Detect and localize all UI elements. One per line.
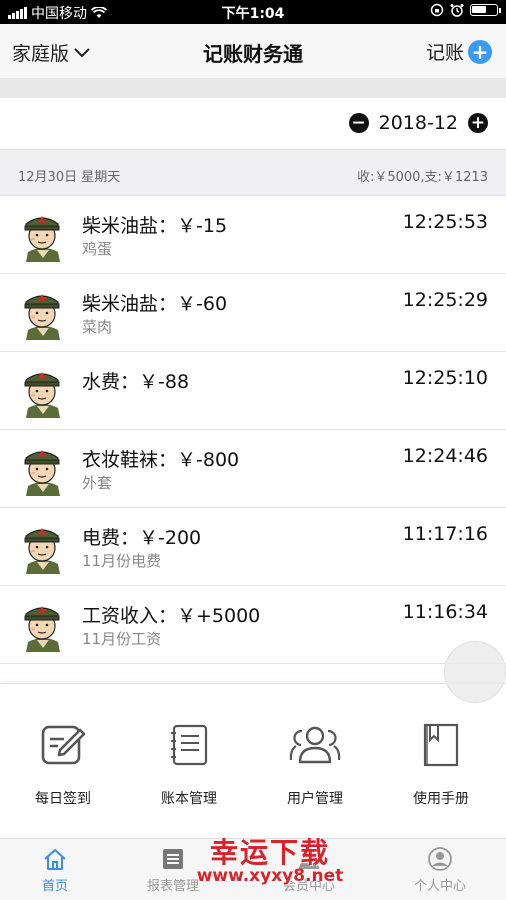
user-management-button[interactable]: 用户管理 xyxy=(252,722,378,808)
ledger-management-button[interactable]: 账本管理 xyxy=(126,722,252,808)
daily-checkin-button[interactable]: 每日签到 xyxy=(0,722,126,808)
tab-member[interactable]: 会员中心 xyxy=(246,847,372,894)
record-note: 11月份电费 xyxy=(82,552,162,570)
tab-profile-label: 个人中心 xyxy=(413,879,466,894)
tab-home[interactable]: 首页 xyxy=(0,847,118,894)
status-right xyxy=(430,3,501,17)
record-time: 12:24:46 xyxy=(402,445,488,467)
chevron-down-icon xyxy=(74,47,90,57)
user-manual-label: 使用手册 xyxy=(413,791,469,807)
record-note: 11月份工资 xyxy=(82,630,162,648)
tab-member-label: 会员中心 xyxy=(282,879,335,894)
record-list: 柴米油盐：￥-15 鸡蛋 12:25:53 柴米油盐：￥-60 菜肉 12:25… xyxy=(0,196,506,664)
previous-month-icon[interactable]: − xyxy=(348,113,369,133)
divider-strip xyxy=(0,78,506,98)
record-row[interactable]: 水费：￥-88 12:25:10 xyxy=(0,352,506,430)
record-title: 柴米油盐：￥-60 xyxy=(82,293,228,315)
record-time: 12:25:29 xyxy=(402,289,488,311)
daily-checkin-label: 每日签到 xyxy=(35,791,91,807)
home-icon xyxy=(44,849,66,870)
book-icon xyxy=(423,723,459,767)
person-icon xyxy=(428,847,452,871)
tab-reports[interactable]: 报表管理 xyxy=(110,847,236,894)
edit-icon xyxy=(41,725,86,765)
date-header: 12月30日 星期天 收:￥5000,支:￥1213 xyxy=(0,150,506,196)
user-management-label: 用户管理 xyxy=(287,791,343,807)
record-title: 电费：￥-200 xyxy=(82,527,202,549)
user-manual-button[interactable]: 使用手册 xyxy=(378,722,504,808)
rotation-lock-icon xyxy=(430,3,444,17)
edition-dropdown[interactable]: 家庭版 xyxy=(12,39,91,66)
soldier-avatar-icon xyxy=(24,294,60,340)
edition-label: 家庭版 xyxy=(12,43,70,65)
tab-reports-label: 报表管理 xyxy=(146,879,199,894)
record-row[interactable]: 工资收入：￥+5000 11月份工资 11:16:34 xyxy=(0,586,506,664)
record-title: 柴米油盐：￥-15 xyxy=(82,215,228,237)
quick-action-panel: 每日签到 账本管理 用户管理 使用手册 xyxy=(0,683,506,838)
soldier-avatar-icon xyxy=(24,450,60,496)
notebook-icon xyxy=(171,724,208,766)
member-icon xyxy=(299,850,319,869)
record-note: 菜肉 xyxy=(82,318,113,336)
day-summary: 收:￥5000,支:￥1213 xyxy=(356,170,488,185)
add-record-label: 记账 xyxy=(425,42,464,64)
tab-home-label: 首页 xyxy=(41,879,68,894)
battery-icon xyxy=(470,4,501,16)
record-note: 鸡蛋 xyxy=(82,240,113,258)
floating-assistive-button[interactable] xyxy=(444,641,506,703)
soldier-avatar-icon xyxy=(24,216,60,262)
soldier-avatar-icon xyxy=(24,372,60,418)
month-label: 2018-12 xyxy=(378,112,458,134)
record-title: 衣妆鞋袜：￥-800 xyxy=(82,449,240,471)
month-bar: − 2018-12 + xyxy=(0,98,506,150)
ledger-management-label: 账本管理 xyxy=(161,791,217,807)
add-record-button[interactable]: 记账 + xyxy=(426,38,492,65)
nav-bar: 家庭版 记账财务通 记账 + xyxy=(0,24,506,78)
next-month-icon[interactable]: + xyxy=(468,113,488,133)
date-label: 12月30日 星期天 xyxy=(18,170,121,185)
record-time: 11:16:34 xyxy=(402,601,488,623)
record-row[interactable]: 衣妆鞋袜：￥-800 外套 12:24:46 xyxy=(0,430,506,508)
record-title: 水费：￥-88 xyxy=(82,371,190,393)
tab-profile[interactable]: 个人中心 xyxy=(377,847,503,894)
record-time: 12:25:10 xyxy=(402,367,488,389)
soldier-avatar-icon xyxy=(24,606,60,652)
alarm-icon xyxy=(450,4,464,17)
record-time: 12:25:53 xyxy=(402,211,488,233)
month-selector: − 2018-12 + xyxy=(348,112,488,134)
record-title: 工资收入：￥+5000 xyxy=(82,605,261,627)
record-row[interactable]: 柴米油盐：￥-60 菜肉 12:25:29 xyxy=(0,274,506,352)
tab-bar: 首页 报表管理 会员中心 个人中心 xyxy=(0,838,506,900)
soldier-avatar-icon xyxy=(24,528,60,574)
record-row[interactable]: 电费：￥-200 11月份电费 11:17:16 xyxy=(0,508,506,586)
plus-icon: + xyxy=(468,39,492,64)
report-icon xyxy=(163,849,183,869)
record-time: 11:17:16 xyxy=(402,523,488,545)
record-note: 外套 xyxy=(82,474,113,492)
users-icon xyxy=(289,726,341,764)
status-bar: 中国移动 下午1:04 xyxy=(0,0,506,24)
record-row[interactable]: 柴米油盐：￥-15 鸡蛋 12:25:53 xyxy=(0,196,506,274)
